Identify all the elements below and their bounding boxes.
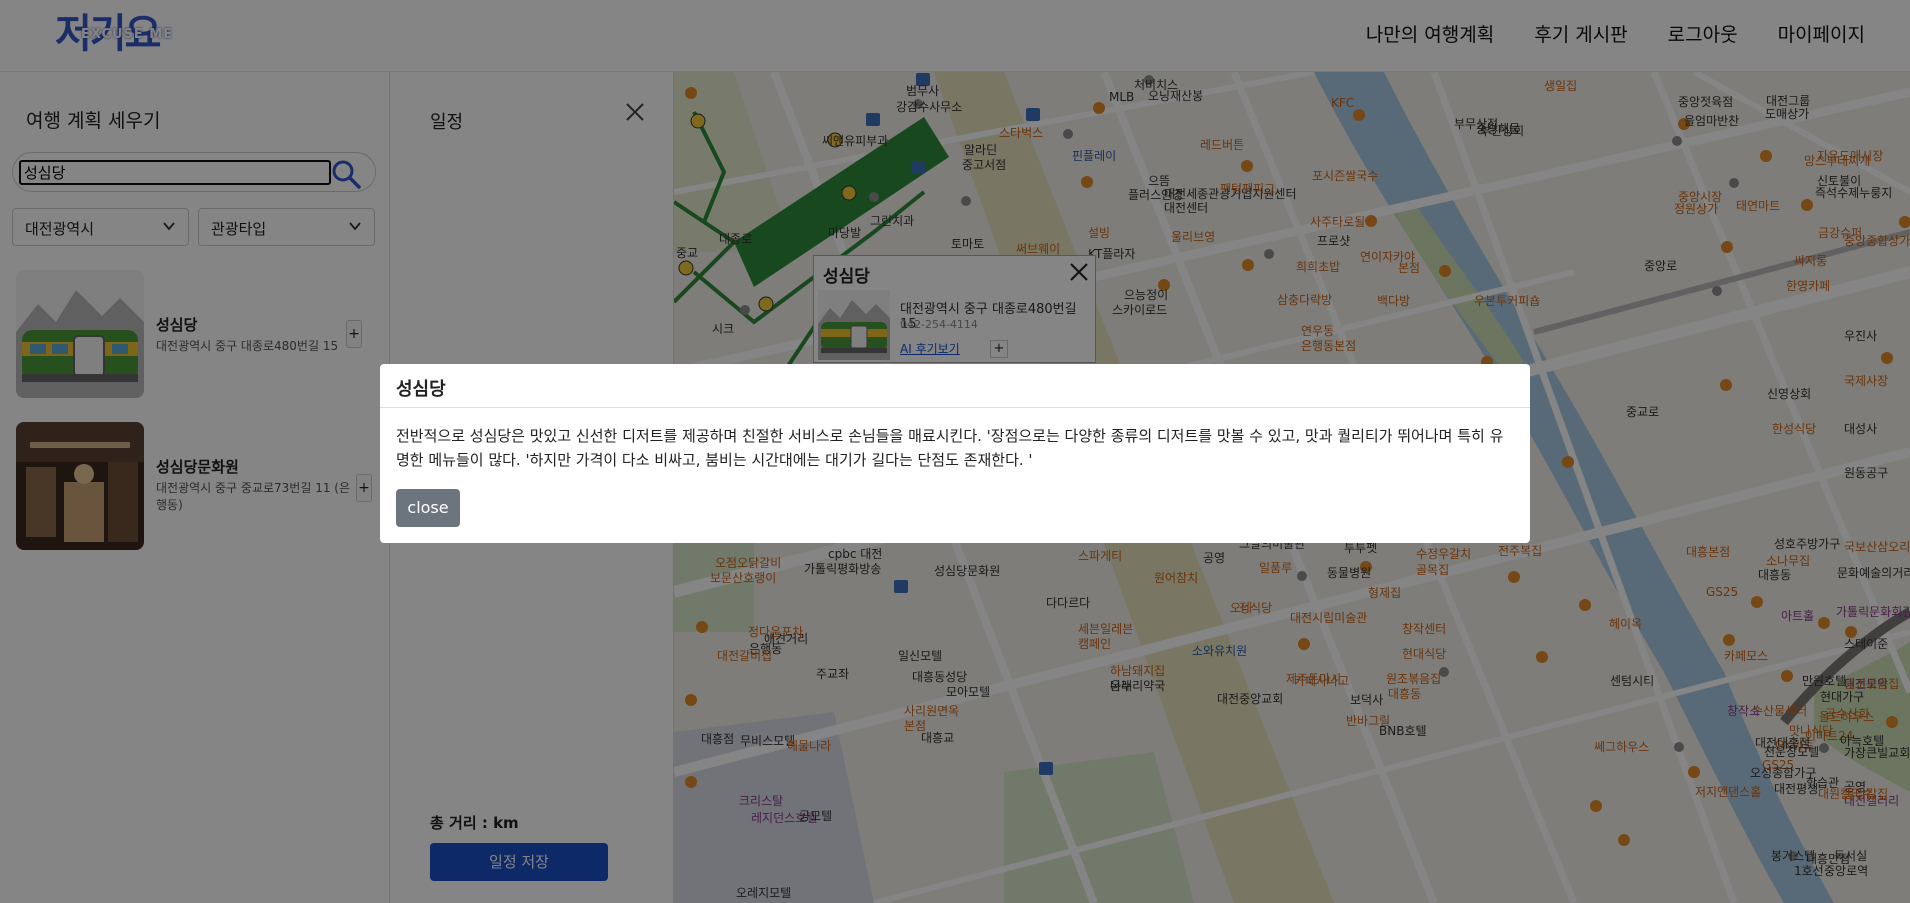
modal-title: 성심당 bbox=[396, 379, 446, 400]
modal-body-text: 전반적으로 성심당은 맛있고 신선한 디저트를 제공하며 친절한 서비스로 손님… bbox=[396, 427, 1504, 469]
modal-header: 성심당 bbox=[380, 364, 1530, 408]
modal-close-button[interactable]: close bbox=[396, 489, 460, 527]
ai-review-modal: 성심당 전반적으로 성심당은 맛있고 신선한 디저트를 제공하며 친절한 서비스… bbox=[380, 364, 1530, 543]
